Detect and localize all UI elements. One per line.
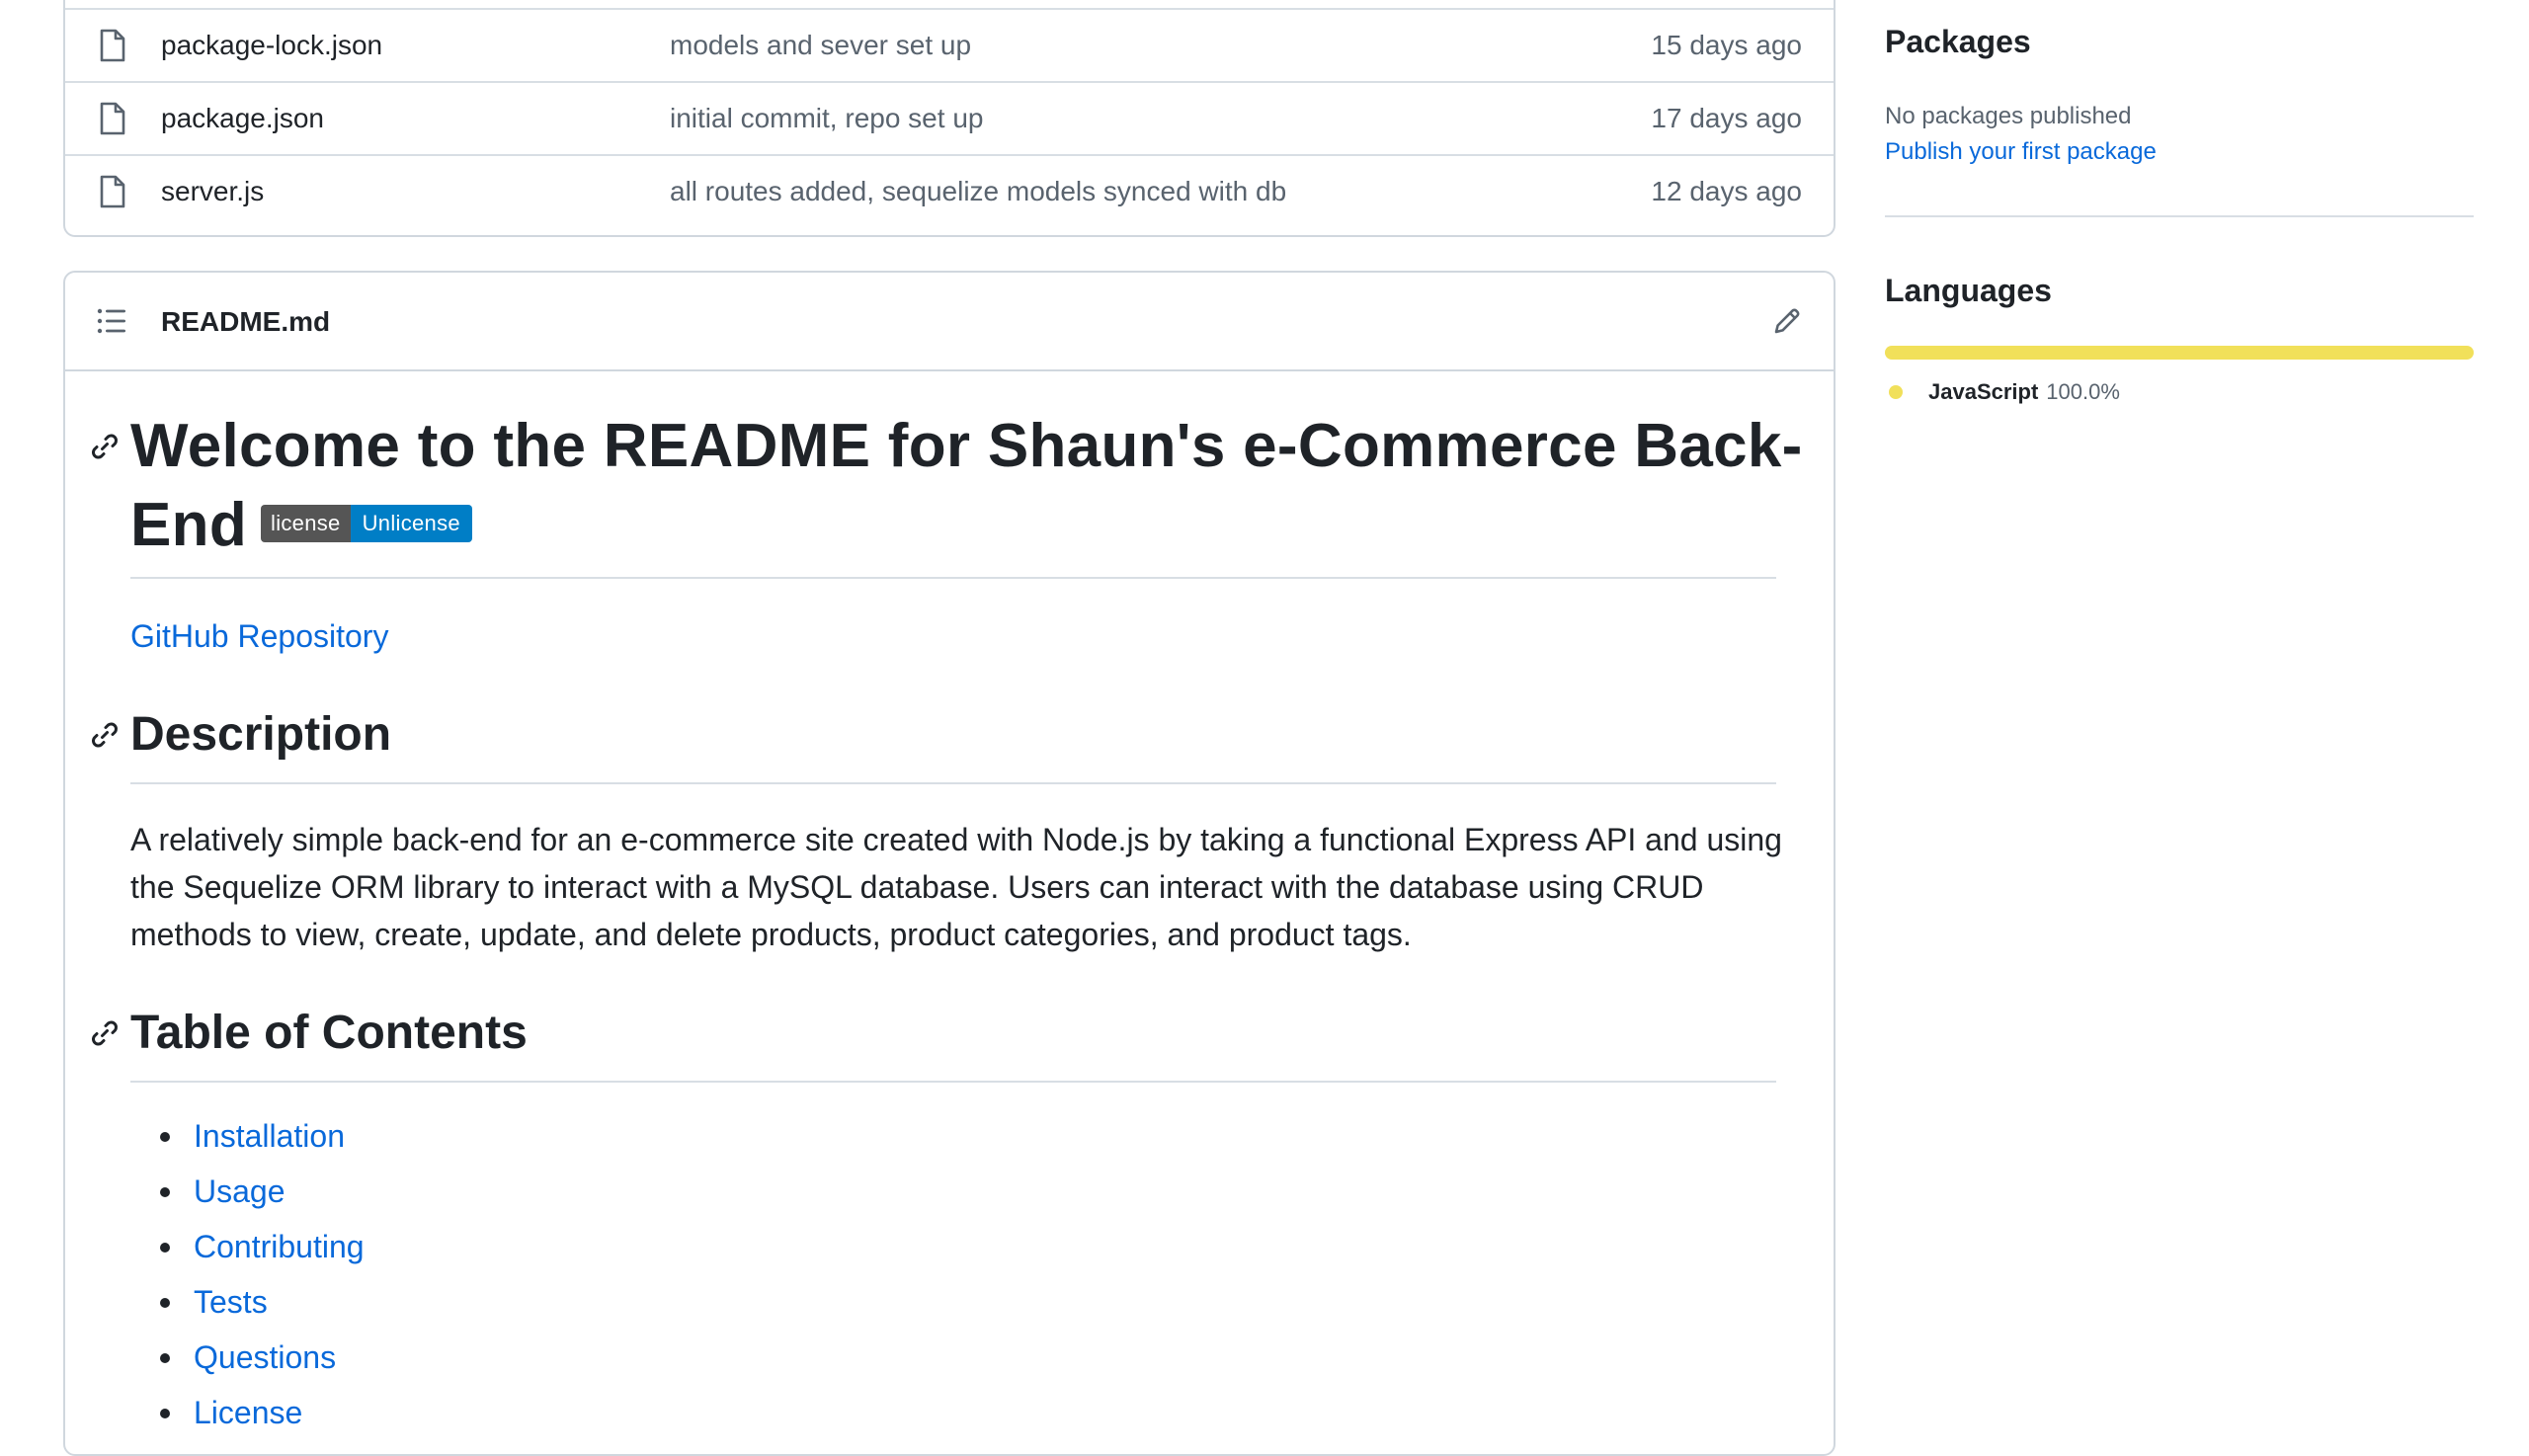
languages-heading-text: Languages [1885, 273, 2052, 308]
bullet [160, 1298, 170, 1308]
readme-header: README.md [65, 273, 1834, 371]
toc-heading: Table of Contents [130, 1007, 528, 1059]
commit-date: 12 days ago [1651, 176, 1802, 206]
commit-message-link[interactable]: all routes added, sequelize models synce… [670, 176, 1286, 207]
divider [1885, 215, 2474, 217]
link-icon[interactable] [89, 1017, 121, 1049]
list-item: Usage [130, 1164, 365, 1219]
toc-link-usage[interactable]: Usage [194, 1173, 286, 1209]
file-name-link[interactable]: package.json [161, 103, 324, 134]
bullet [160, 1353, 170, 1363]
file-row[interactable]: server.js all routes added, sequelize mo… [65, 154, 1834, 227]
languages-heading: Languages [1885, 273, 2052, 309]
commit-message-link[interactable]: initial commit, repo set up [670, 103, 983, 134]
toc-list: Installation Usage Contributing Tests Qu… [130, 1108, 365, 1440]
publish-package-link[interactable]: Publish your first package [1885, 138, 2157, 166]
list-item: Tests [130, 1274, 365, 1330]
link-icon[interactable] [89, 431, 121, 462]
packages-heading[interactable]: Packages [1885, 24, 2031, 60]
license-badge[interactable]: license Unlicense [261, 504, 472, 542]
toc-link-license[interactable]: License [194, 1395, 302, 1430]
language-color-dot [1889, 385, 1903, 399]
divider [130, 577, 1776, 579]
toc-link-questions[interactable]: Questions [194, 1339, 336, 1375]
list-item: Contributing [130, 1219, 365, 1274]
list-item: License [130, 1385, 365, 1440]
divider [130, 782, 1776, 784]
badge-value: Unlicense [350, 504, 472, 542]
bullet [160, 1409, 170, 1418]
commit-date: 17 days ago [1651, 103, 1802, 133]
packages-heading-text: Packages [1885, 24, 2031, 59]
readme-title: Welcome to the README for Shaun's e-Comm… [130, 407, 1810, 565]
toc-link-tests[interactable]: Tests [194, 1284, 268, 1320]
divider [130, 1081, 1776, 1083]
language-bar [1885, 346, 2474, 360]
file-icon [99, 29, 126, 62]
language-percent: 100.0% [2046, 379, 2120, 404]
description-heading: Description [130, 708, 392, 761]
file-name-link[interactable]: server.js [161, 176, 264, 207]
list-icon[interactable] [97, 308, 126, 334]
bullet [160, 1187, 170, 1197]
readme-filename[interactable]: README.md [161, 306, 330, 338]
readme-panel: README.md Welcome to the README for Shau… [63, 271, 1836, 1456]
language-item[interactable]: JavaScript 100.0% [1889, 379, 2120, 405]
file-icon [99, 175, 126, 208]
list-item: Installation [130, 1108, 365, 1164]
file-list: package-lock.json models and sever set u… [63, 0, 1836, 237]
commit-date: 15 days ago [1651, 30, 1802, 60]
bullet [160, 1132, 170, 1142]
file-row[interactable]: package-lock.json models and sever set u… [65, 8, 1834, 81]
toc-link-installation[interactable]: Installation [194, 1118, 345, 1154]
file-icon [99, 102, 126, 135]
file-name-link[interactable]: package-lock.json [161, 30, 382, 61]
github-repository-link[interactable]: GitHub Repository [130, 618, 388, 655]
description-text: A relatively simple back-end for an e-co… [130, 822, 1782, 952]
list-item: Questions [130, 1330, 365, 1385]
language-name: JavaScript [1928, 379, 2039, 404]
commit-message-link[interactable]: models and sever set up [670, 30, 971, 61]
packages-empty-text: No packages published [1885, 103, 2132, 129]
pencil-icon[interactable] [1772, 306, 1802, 336]
link-icon[interactable] [89, 719, 121, 751]
bullet [160, 1243, 170, 1253]
file-row[interactable]: package.json initial commit, repo set up… [65, 81, 1834, 154]
toc-link-contributing[interactable]: Contributing [194, 1229, 365, 1264]
badge-label: license [261, 504, 351, 542]
